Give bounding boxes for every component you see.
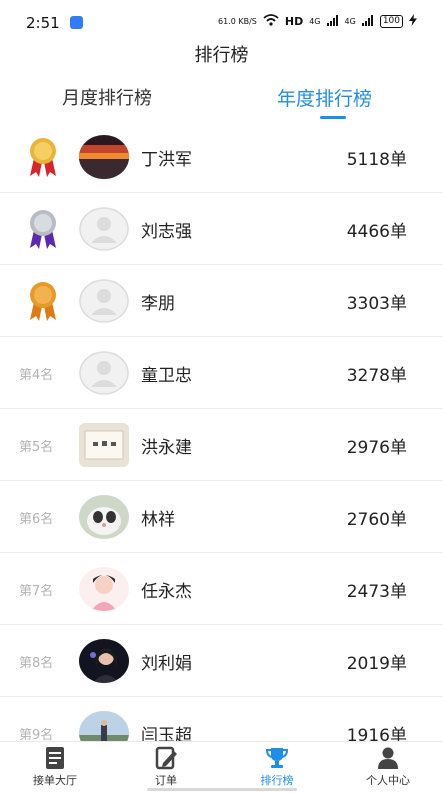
rank-label: 第4名 bbox=[19, 368, 54, 383]
home-indicator[interactable] bbox=[147, 788, 297, 791]
bronze-medal-icon bbox=[24, 280, 62, 324]
ranking-row[interactable]: 第9名 闫玉超 1916单 bbox=[0, 697, 443, 741]
nav-label: 接单大厅 bbox=[33, 774, 77, 787]
tab-active-indicator bbox=[320, 116, 346, 119]
default-avatar-icon bbox=[79, 207, 129, 251]
status-bar: 2:51 61.0 KB/S HD 4G 4G 100 bbox=[0, 0, 443, 44]
user-name: 李朋 bbox=[141, 294, 175, 314]
ranking-row[interactable]: 第5名 洪永建 2976单 bbox=[0, 409, 443, 481]
rank-label: 第8名 bbox=[19, 656, 54, 671]
avatar bbox=[79, 567, 129, 611]
order-count: 2760单 bbox=[346, 510, 407, 530]
default-avatar-icon bbox=[79, 351, 129, 395]
user-name: 任永杰 bbox=[141, 582, 192, 602]
nav-order-hall[interactable]: 接单大厅 bbox=[15, 746, 95, 788]
nav-orders[interactable]: 订单 bbox=[126, 746, 206, 788]
signal-bars-icon bbox=[361, 14, 374, 29]
gold-medal-icon bbox=[24, 136, 62, 180]
user-name: 丁洪军 bbox=[141, 150, 192, 170]
ranking-row[interactable]: 李朋 3303单 bbox=[0, 265, 443, 337]
ranking-list[interactable]: 丁洪军 5118单 刘志强 4466单 李朋 3303单 第4名 童卫忠 327… bbox=[0, 121, 443, 741]
wifi-icon bbox=[263, 14, 279, 29]
avatar bbox=[79, 495, 129, 539]
document-icon bbox=[43, 746, 67, 770]
order-count: 3278单 bbox=[346, 366, 407, 386]
battery-icon: 100 bbox=[379, 15, 403, 28]
ranking-row[interactable]: 丁洪军 5118单 bbox=[0, 121, 443, 193]
avatar bbox=[79, 639, 129, 683]
order-count: 2976单 bbox=[346, 438, 407, 458]
tab-yearly[interactable]: 年度排行榜 bbox=[277, 84, 372, 114]
order-pen-icon bbox=[154, 746, 178, 770]
rank-label: 第6名 bbox=[19, 512, 54, 527]
status-icons: 61.0 KB/S HD 4G 4G 100 bbox=[218, 14, 417, 29]
user-name: 闫玉超 bbox=[141, 726, 192, 741]
nav-ranking[interactable]: 排行榜 bbox=[237, 746, 317, 788]
person-icon bbox=[376, 746, 400, 770]
tab-bar: 月度排行榜 年度排行榜 bbox=[0, 84, 443, 120]
user-name: 洪永建 bbox=[141, 438, 192, 458]
tab-monthly[interactable]: 月度排行榜 bbox=[62, 84, 152, 114]
order-count: 1916单 bbox=[346, 726, 407, 741]
trophy-icon bbox=[265, 746, 289, 770]
bottom-nav: 接单大厅 订单 排行榜 个人中心 bbox=[0, 741, 443, 794]
silver-medal-icon bbox=[24, 208, 62, 252]
signal-b: 4G bbox=[344, 17, 356, 26]
ranking-row[interactable]: 第6名 林祥 2760单 bbox=[0, 481, 443, 553]
user-name: 刘志强 bbox=[141, 222, 192, 242]
net-speed: 61.0 KB/S bbox=[218, 17, 257, 26]
order-count: 5118单 bbox=[346, 150, 407, 170]
app-notification-icon bbox=[70, 16, 83, 29]
page-title: 排行榜 bbox=[194, 45, 249, 66]
avatar bbox=[79, 135, 129, 179]
signal-bars-icon bbox=[326, 14, 339, 29]
ranking-row[interactable]: 第8名 刘利娟 2019单 bbox=[0, 625, 443, 697]
order-count: 3303单 bbox=[346, 294, 407, 314]
nav-personal-center[interactable]: 个人中心 bbox=[348, 746, 428, 788]
user-name: 童卫忠 bbox=[141, 366, 192, 386]
user-name: 刘利娟 bbox=[141, 654, 192, 674]
nav-label: 订单 bbox=[155, 774, 177, 787]
order-count: 2019单 bbox=[346, 654, 407, 674]
signal-a: 4G bbox=[309, 17, 321, 26]
status-time: 2:51 bbox=[26, 14, 60, 32]
ranking-row[interactable]: 刘志强 4466单 bbox=[0, 193, 443, 265]
ranking-row[interactable]: 第4名 童卫忠 3278单 bbox=[0, 337, 443, 409]
rank-label: 第7名 bbox=[19, 584, 54, 599]
nav-label: 排行榜 bbox=[260, 774, 294, 787]
order-count: 4466单 bbox=[346, 222, 407, 242]
hd-badge: HD bbox=[284, 15, 304, 28]
user-name: 林祥 bbox=[141, 510, 175, 530]
avatar bbox=[79, 423, 129, 467]
ranking-row[interactable]: 第7名 任永杰 2473单 bbox=[0, 553, 443, 625]
charging-icon bbox=[409, 14, 417, 29]
order-count: 2473单 bbox=[346, 582, 407, 602]
rank-label: 第5名 bbox=[19, 440, 54, 455]
default-avatar-icon bbox=[79, 279, 129, 323]
avatar bbox=[79, 711, 129, 741]
rank-label: 第9名 bbox=[19, 728, 54, 741]
nav-label: 个人中心 bbox=[366, 774, 410, 787]
